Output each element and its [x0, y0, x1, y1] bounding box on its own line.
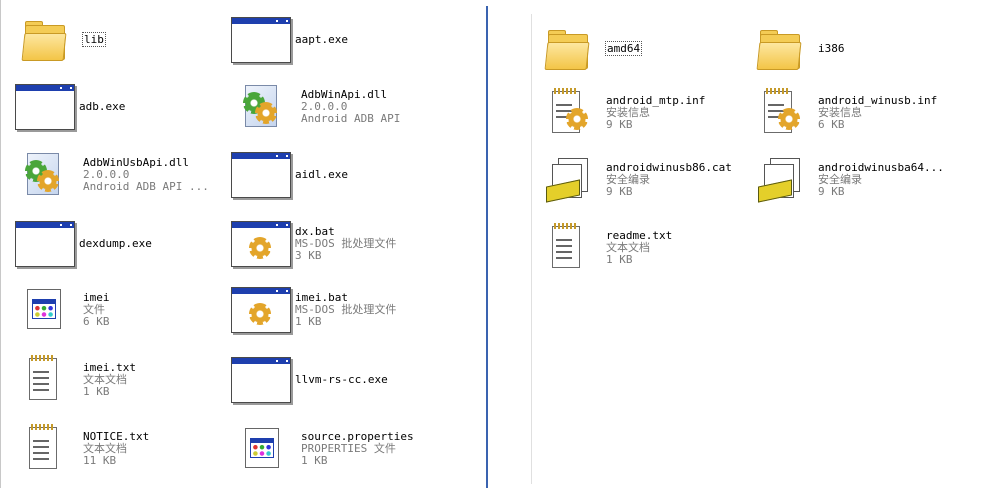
file-item-notice-txt[interactable]: NOTICE.txt 文本文档 11 KB	[19, 424, 149, 474]
file-item-llvm-rs-cc[interactable]: llvm-rs-cc.exe	[231, 355, 388, 405]
file-size: 9 KB	[818, 185, 845, 198]
security-catalog-icon	[754, 155, 804, 205]
file-item-imei-bat[interactable]: imei.bat MS-DOS 批处理文件 1 KB	[231, 285, 396, 335]
file-item-androidwinusba64-cat[interactable]: androidwinusba64... 安全编录 9 KB	[754, 155, 944, 205]
setup-info-icon	[754, 88, 804, 138]
file-name: i386	[818, 42, 845, 55]
file-name: llvm-rs-cc.exe	[295, 373, 388, 386]
file-item-readme-txt[interactable]: readme.txt 文本文档 1 KB	[542, 223, 672, 273]
batch-file-icon	[231, 219, 291, 269]
file-size: 3 KB	[295, 249, 322, 262]
file-size: 1 KB	[295, 315, 322, 328]
setup-info-icon	[542, 88, 592, 138]
file-item-imei[interactable]: imei 文件 6 KB	[19, 285, 110, 335]
file-item-aapt[interactable]: aapt.exe	[231, 15, 348, 65]
exe-window-icon	[231, 150, 291, 200]
file-item-dexdump[interactable]: dexdump.exe	[15, 219, 152, 269]
exe-window-icon	[15, 82, 75, 132]
file-size: 9 KB	[606, 185, 633, 198]
file-size: 6 KB	[818, 118, 845, 131]
file-size: 1 KB	[606, 253, 633, 266]
file-item-lib[interactable]: lib	[19, 15, 106, 65]
file-item-amd64[interactable]: amd64	[542, 24, 643, 74]
file-name: amd64	[604, 41, 643, 56]
generic-file-icon	[237, 424, 287, 474]
file-item-aidl[interactable]: aidl.exe	[231, 150, 348, 200]
file-name: lib	[82, 32, 106, 47]
file-description: Android ADB API ...	[83, 180, 209, 193]
file-name: dexdump.exe	[79, 237, 152, 250]
text-document-icon	[19, 355, 69, 405]
file-item-adbwinusbapi[interactable]: AdbWinUsbApi.dll 2.0.0.0 Android ADB API .…	[19, 150, 209, 200]
generic-file-icon	[19, 285, 69, 335]
file-size: 11 KB	[83, 454, 117, 467]
file-name: aapt.exe	[295, 33, 348, 46]
right-explorer-pane: amd64 i386 android_mtp.inf 安装信息 9 KB andro…	[490, 0, 989, 488]
pane-edge	[531, 14, 532, 484]
file-item-i386[interactable]: i386	[754, 24, 845, 74]
left-explorer-pane: lib aapt.exe adb.exe AdbWinApi.dll 2.0.0.…	[0, 0, 487, 488]
folder-icon	[754, 24, 804, 74]
file-name: adb.exe	[79, 100, 126, 113]
dll-gear-icon	[19, 150, 69, 200]
file-item-android-mtp-inf[interactable]: android_mtp.inf 安装信息 9 KB	[542, 88, 705, 138]
file-size: 1 KB	[83, 385, 110, 398]
security-catalog-icon	[542, 155, 592, 205]
pane-divider	[486, 6, 488, 488]
batch-file-icon	[231, 285, 291, 335]
folder-icon	[19, 15, 69, 65]
file-size: 9 KB	[606, 118, 633, 131]
file-item-imei-txt[interactable]: imei.txt 文本文档 1 KB	[19, 355, 136, 405]
text-document-icon	[19, 424, 69, 474]
text-document-icon	[542, 223, 592, 273]
file-name: aidl.exe	[295, 168, 348, 181]
file-size: 6 KB	[83, 315, 110, 328]
file-item-androidwinusb86-cat[interactable]: androidwinusb86.cat 安全编录 9 KB	[542, 155, 732, 205]
exe-window-icon	[15, 219, 75, 269]
file-item-android-winusb-inf[interactable]: android_winusb.inf 安装信息 6 KB	[754, 88, 937, 138]
folder-icon	[542, 24, 592, 74]
file-item-adb[interactable]: adb.exe	[15, 82, 125, 132]
exe-window-icon	[231, 15, 291, 65]
file-item-dx-bat[interactable]: dx.bat MS-DOS 批处理文件 3 KB	[231, 219, 396, 269]
file-item-source-properties[interactable]: source.properties PROPERTIES 文件 1 KB	[237, 424, 414, 474]
dll-gear-icon	[237, 82, 287, 132]
exe-window-icon	[231, 355, 291, 405]
file-item-adbwinapi[interactable]: AdbWinApi.dll 2.0.0.0 Android ADB API	[237, 82, 400, 132]
file-size: 1 KB	[301, 454, 328, 467]
file-description: Android ADB API	[301, 112, 401, 125]
